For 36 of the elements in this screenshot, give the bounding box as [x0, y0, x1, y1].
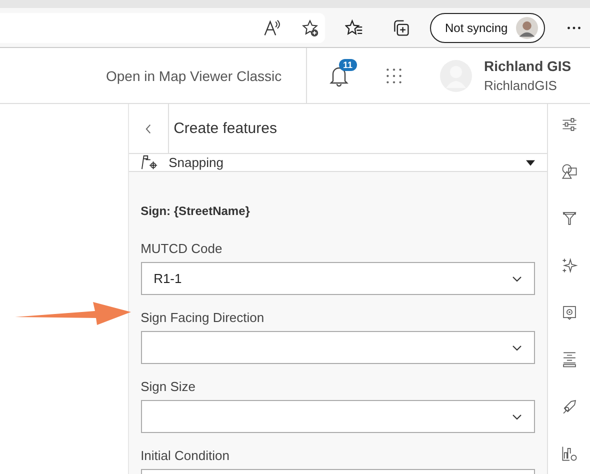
- field-label: Sign Size: [140, 379, 196, 394]
- more-icon[interactable]: [566, 26, 581, 30]
- chevron-left-icon: [144, 124, 152, 134]
- apps-icon[interactable]: [385, 66, 403, 84]
- collections-icon[interactable]: [392, 18, 410, 36]
- panel-title: Create features: [174, 120, 277, 137]
- filter-icon[interactable]: [560, 210, 578, 227]
- select-field[interactable]: [140, 400, 536, 433]
- snapping-label: Snapping: [168, 155, 225, 170]
- sync-button[interactable]: Not syncing: [430, 12, 545, 42]
- list-icon[interactable]: [560, 351, 578, 368]
- field-label: Initial Condition: [140, 448, 230, 463]
- select-field[interactable]: [140, 331, 536, 364]
- chevron-down-icon: [512, 414, 522, 420]
- sparkle-icon[interactable]: [560, 257, 578, 274]
- field-label: Sign Facing Direction: [140, 310, 266, 325]
- field-label: MUTCD Code: [140, 241, 224, 256]
- dropdown-icon[interactable]: [526, 160, 536, 166]
- form-title: Sign: {StreetName}: [140, 204, 251, 218]
- chevron-down-icon: [512, 344, 522, 350]
- user-name: Richland GIS: [484, 58, 572, 74]
- gear-icon[interactable]: [560, 304, 578, 321]
- chevron-down-icon: [512, 276, 522, 282]
- tag-icon[interactable]: [560, 398, 578, 415]
- avatar-icon: [516, 16, 538, 38]
- chart-settings-icon[interactable]: [560, 445, 578, 462]
- add-favorite-icon[interactable]: [301, 18, 319, 36]
- select-field[interactable]: R1-1: [140, 262, 536, 295]
- username: RichlandGIS: [484, 78, 558, 93]
- map-viewer-classic-link[interactable]: Open in Map Viewer Classic: [106, 68, 282, 84]
- read-aloud-icon[interactable]: [263, 18, 281, 36]
- favorites-icon[interactable]: [345, 18, 363, 36]
- shapes-icon[interactable]: [560, 163, 578, 180]
- notification-badge: 11: [339, 58, 357, 70]
- sliders-icon[interactable]: [560, 116, 578, 133]
- snapping-icon: [140, 154, 158, 171]
